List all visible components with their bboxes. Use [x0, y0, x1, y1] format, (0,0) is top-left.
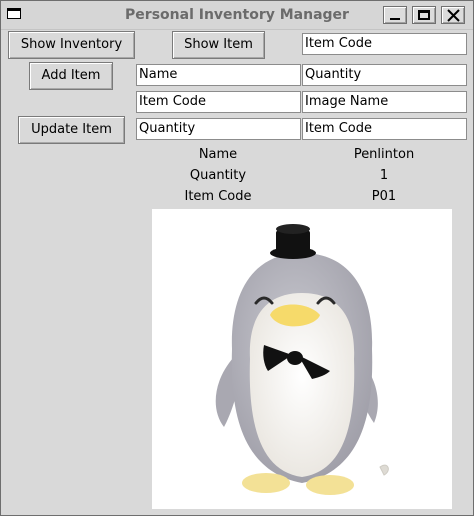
detail-label-quantity: Quantity [189, 168, 247, 183]
penguin-plush-icon [215, 224, 389, 495]
minimize-button[interactable] [383, 6, 407, 24]
minimize-icon [390, 18, 400, 20]
add-image-name-field[interactable]: Image Name [302, 91, 467, 113]
close-icon [447, 9, 460, 22]
app-window: Personal Inventory Manager Show Inventor… [0, 0, 474, 516]
update-item-button[interactable]: Update Item [18, 116, 125, 144]
detail-label-name: Name [198, 147, 238, 162]
detail-label-item-code: Item Code [184, 189, 252, 204]
item-image [152, 209, 452, 509]
detail-value-name: Penlinton [353, 147, 415, 162]
update-item-code-field[interactable]: Item Code [302, 118, 467, 140]
show-item-code-field[interactable]: Item Code [302, 33, 467, 55]
show-inventory-button[interactable]: Show Inventory [8, 31, 135, 59]
detail-value-quantity: 1 [379, 168, 389, 183]
maximize-button[interactable] [412, 6, 436, 24]
add-item-button[interactable]: Add Item [29, 62, 113, 90]
close-button[interactable] [441, 6, 465, 24]
update-quantity-field[interactable]: Quantity [136, 118, 301, 140]
show-item-button[interactable]: Show Item [172, 31, 265, 59]
add-quantity-field[interactable]: Quantity [302, 64, 467, 86]
add-name-field[interactable]: Name [136, 64, 301, 86]
detail-value-item-code: P01 [371, 189, 397, 204]
title-bar[interactable]: Personal Inventory Manager [1, 1, 473, 30]
maximize-icon [418, 10, 430, 20]
add-item-code-field[interactable]: Item Code [136, 91, 301, 113]
